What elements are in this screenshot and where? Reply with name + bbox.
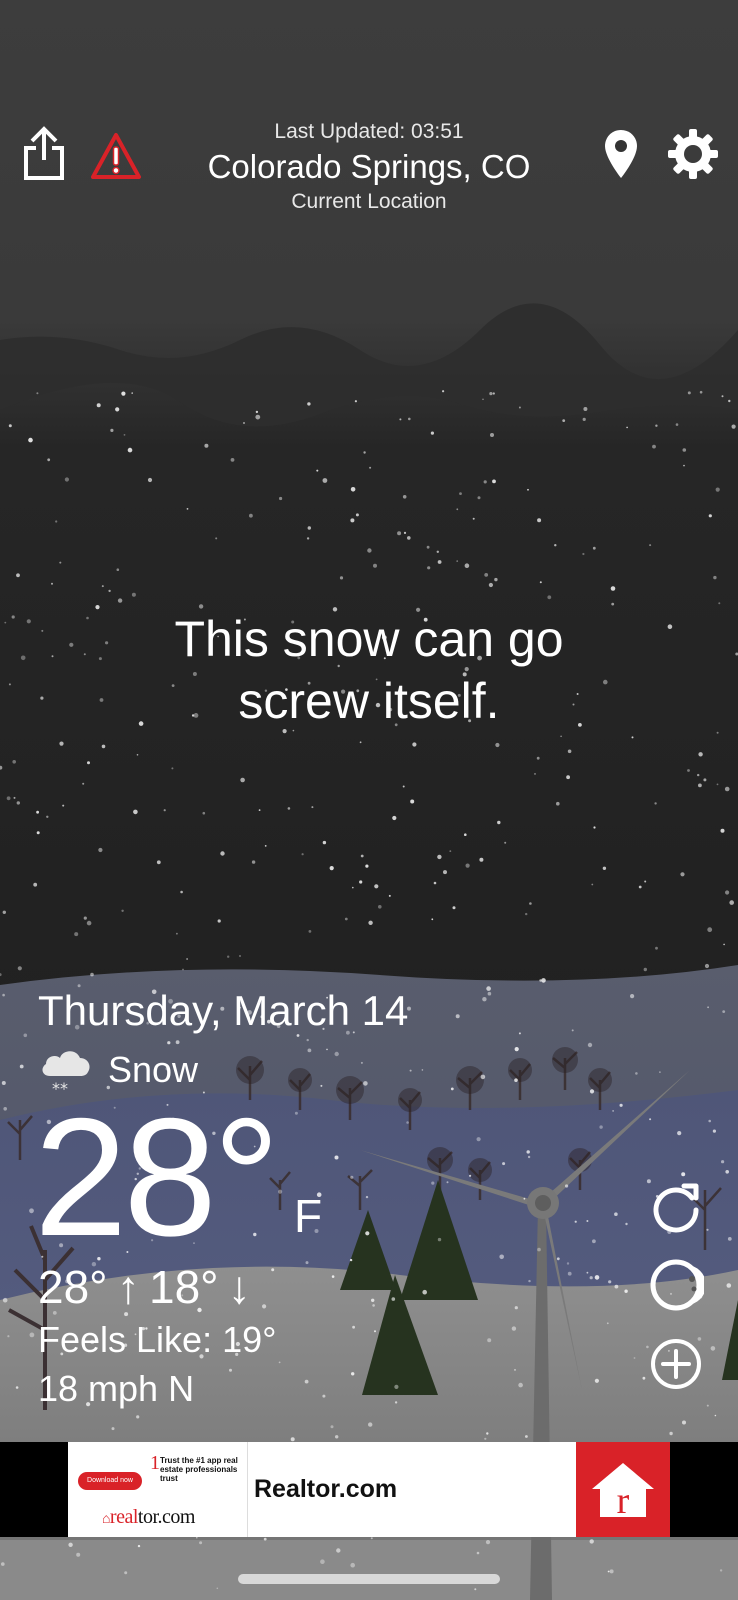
radar-moon-icon — [650, 1259, 706, 1311]
temperature-unit[interactable]: F — [294, 1190, 322, 1242]
location-header[interactable]: Last Updated: 03:51 Colorado Springs, CO… — [170, 118, 568, 216]
current-temperature: 28° — [34, 1083, 280, 1271]
ad-tagline: Trust the #1 app real estate professiona… — [160, 1456, 238, 1483]
add-location-button[interactable] — [648, 1336, 704, 1392]
city-name[interactable]: Colorado Springs, CO — [170, 146, 568, 188]
share-button[interactable] — [18, 122, 70, 186]
svg-text:r: r — [617, 1480, 630, 1521]
feels-like: Feels Like: 19° — [38, 1319, 277, 1360]
message-line-1: This snow can go — [174, 611, 564, 667]
message-line-2: screw itself. — [238, 673, 500, 729]
radar-button[interactable] — [648, 1257, 706, 1313]
weather-alert-button[interactable] — [88, 128, 144, 184]
location-pin-icon — [605, 130, 637, 178]
wind-speed: 18 mph N — [38, 1368, 195, 1409]
snarky-message: This snow can go screw itself. — [90, 608, 648, 732]
house-icon: r — [592, 1462, 654, 1521]
ad-download-button[interactable]: Download now — [78, 1472, 142, 1490]
last-updated-text: Last Updated: 03:51 — [274, 120, 464, 143]
settings-button[interactable] — [665, 126, 721, 182]
realtor-logo-icon[interactable]: r — [576, 1442, 670, 1537]
share-icon — [24, 126, 64, 180]
location-button[interactable] — [598, 122, 644, 186]
gear-icon — [668, 129, 718, 179]
ad-number-one: 1 — [150, 1452, 160, 1474]
current-location-label: Current Location — [291, 190, 447, 213]
home-indicator[interactable] — [238, 1574, 500, 1584]
warning-triangle-icon — [91, 133, 141, 179]
ad-title[interactable]: Realtor.com — [248, 1442, 576, 1537]
forecast-date: Thursday, March 14 — [38, 987, 409, 1034]
ad-creative[interactable]: Download now 1 Trust the #1 app real est… — [68, 1442, 248, 1537]
ad-brand-logo-small: ⌂realtor.com — [102, 1506, 195, 1528]
top-bar: Last Updated: 03:51 Colorado Springs, CO… — [0, 110, 738, 220]
refresh-button[interactable] — [648, 1178, 704, 1234]
ad-banner[interactable]: Download now 1 Trust the #1 app real est… — [0, 1442, 738, 1537]
add-circle-icon — [651, 1339, 701, 1389]
ad-content[interactable]: Download now 1 Trust the #1 app real est… — [68, 1442, 670, 1537]
high-low-temperature: 28° ↑ 18° ↓ — [38, 1261, 251, 1313]
refresh-icon — [653, 1183, 699, 1233]
